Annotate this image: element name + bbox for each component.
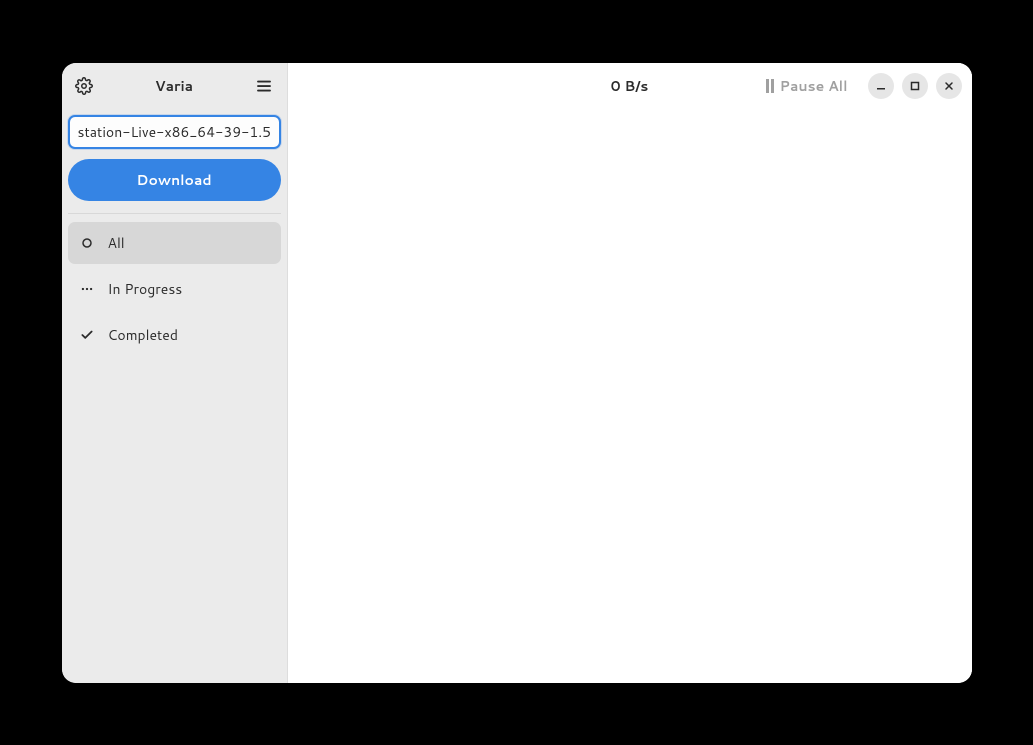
pause-all-label: Pause All bbox=[780, 76, 848, 96]
minimize-button[interactable] bbox=[868, 73, 894, 99]
sidebar-content: Download All bbox=[62, 109, 287, 356]
close-button[interactable] bbox=[936, 73, 962, 99]
filter-in-progress-label: In Progress bbox=[108, 279, 183, 299]
filter-completed[interactable]: Completed bbox=[68, 314, 281, 356]
filter-all-label: All bbox=[108, 233, 125, 253]
settings-icon[interactable] bbox=[74, 76, 94, 96]
sidebar-header: Varia bbox=[62, 63, 287, 109]
filter-list: All In Progress bbox=[68, 222, 281, 356]
dots-icon bbox=[80, 282, 94, 296]
window-controls bbox=[868, 73, 962, 99]
main-area: 0 B/s Pause All bbox=[288, 63, 972, 683]
url-input[interactable] bbox=[68, 115, 281, 149]
filter-all[interactable]: All bbox=[68, 222, 281, 264]
filter-completed-label: Completed bbox=[108, 325, 178, 345]
check-icon bbox=[80, 328, 94, 342]
hamburger-menu-icon[interactable] bbox=[254, 76, 274, 96]
speed-indicator: 0 B/s bbox=[611, 76, 649, 96]
main-header: 0 B/s Pause All bbox=[288, 63, 972, 109]
header-right: Pause All bbox=[760, 72, 962, 100]
download-button[interactable]: Download bbox=[68, 159, 281, 201]
maximize-button[interactable] bbox=[902, 73, 928, 99]
divider bbox=[68, 213, 281, 214]
circle-icon bbox=[80, 236, 94, 250]
pause-all-button[interactable]: Pause All bbox=[760, 72, 854, 100]
app-title: Varia bbox=[155, 76, 193, 96]
filter-in-progress[interactable]: In Progress bbox=[68, 268, 281, 310]
pause-icon bbox=[766, 79, 774, 93]
sidebar: Varia Download bbox=[62, 63, 288, 683]
downloads-list bbox=[288, 109, 972, 683]
app-window: Varia Download bbox=[62, 63, 972, 683]
